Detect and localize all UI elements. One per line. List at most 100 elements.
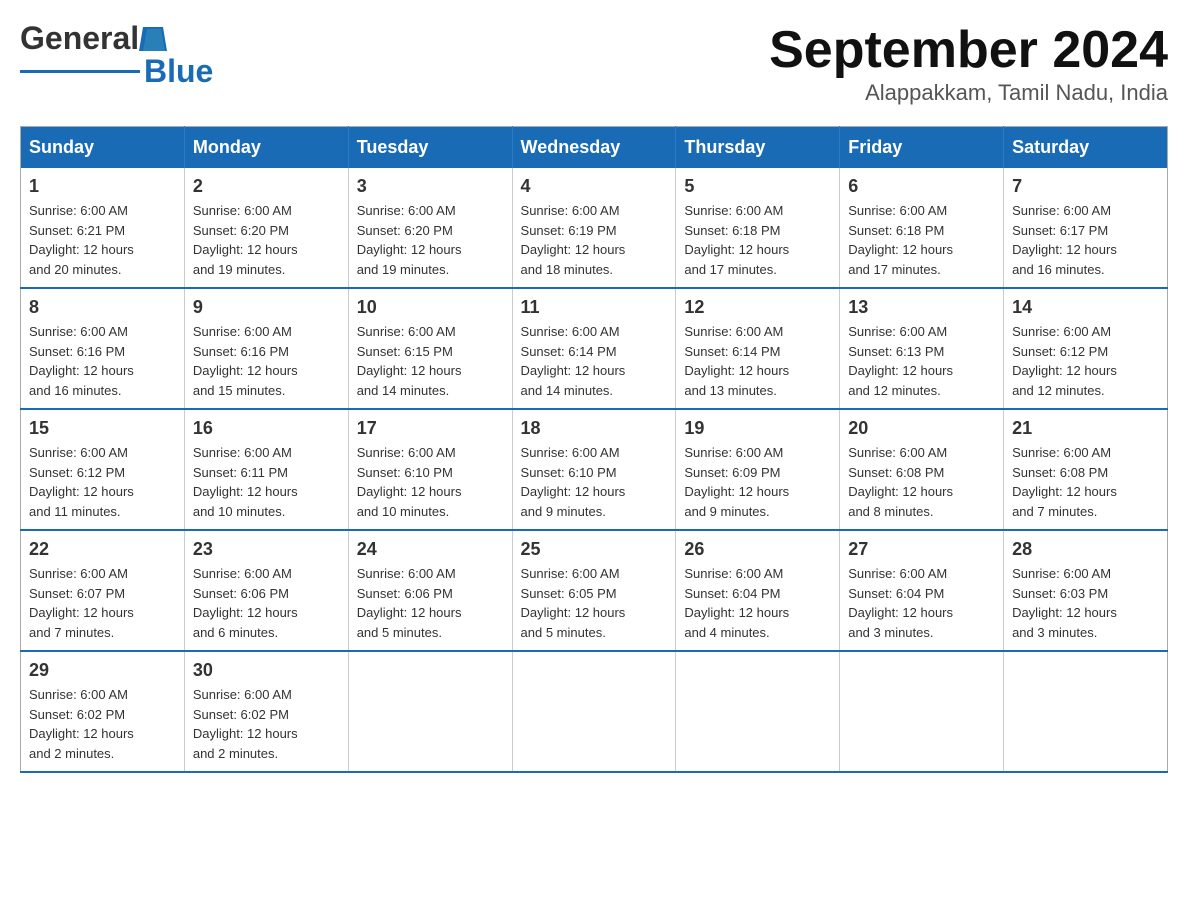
calendar-cell: 18 Sunrise: 6:00 AM Sunset: 6:10 PM Dayl… [512, 409, 676, 530]
day-info: Sunrise: 6:00 AM Sunset: 6:12 PM Dayligh… [1012, 322, 1159, 400]
day-number: 5 [684, 176, 831, 197]
day-number: 28 [1012, 539, 1159, 560]
calendar-cell: 27 Sunrise: 6:00 AM Sunset: 6:04 PM Dayl… [840, 530, 1004, 651]
calendar-row: 29 Sunrise: 6:00 AM Sunset: 6:02 PM Dayl… [21, 651, 1168, 772]
day-info: Sunrise: 6:00 AM Sunset: 6:03 PM Dayligh… [1012, 564, 1159, 642]
day-info: Sunrise: 6:00 AM Sunset: 6:06 PM Dayligh… [193, 564, 340, 642]
logo-underline [20, 70, 140, 73]
calendar-cell: 1 Sunrise: 6:00 AM Sunset: 6:21 PM Dayli… [21, 168, 185, 288]
day-number: 2 [193, 176, 340, 197]
logo-general: General [20, 20, 139, 57]
day-number: 27 [848, 539, 995, 560]
day-info: Sunrise: 6:00 AM Sunset: 6:15 PM Dayligh… [357, 322, 504, 400]
calendar-cell: 23 Sunrise: 6:00 AM Sunset: 6:06 PM Dayl… [184, 530, 348, 651]
day-info: Sunrise: 6:00 AM Sunset: 6:02 PM Dayligh… [29, 685, 176, 763]
day-info: Sunrise: 6:00 AM Sunset: 6:09 PM Dayligh… [684, 443, 831, 521]
calendar-cell: 2 Sunrise: 6:00 AM Sunset: 6:20 PM Dayli… [184, 168, 348, 288]
day-number: 1 [29, 176, 176, 197]
calendar-cell: 3 Sunrise: 6:00 AM Sunset: 6:20 PM Dayli… [348, 168, 512, 288]
day-number: 19 [684, 418, 831, 439]
day-number: 8 [29, 297, 176, 318]
day-number: 9 [193, 297, 340, 318]
month-title: September 2024 [769, 20, 1168, 80]
day-info: Sunrise: 6:00 AM Sunset: 6:04 PM Dayligh… [848, 564, 995, 642]
day-number: 10 [357, 297, 504, 318]
day-info: Sunrise: 6:00 AM Sunset: 6:06 PM Dayligh… [357, 564, 504, 642]
calendar-cell: 22 Sunrise: 6:00 AM Sunset: 6:07 PM Dayl… [21, 530, 185, 651]
calendar-cell [348, 651, 512, 772]
day-number: 22 [29, 539, 176, 560]
day-info: Sunrise: 6:00 AM Sunset: 6:16 PM Dayligh… [193, 322, 340, 400]
logo-blue: Blue [144, 53, 213, 90]
calendar-cell: 4 Sunrise: 6:00 AM Sunset: 6:19 PM Dayli… [512, 168, 676, 288]
day-number: 6 [848, 176, 995, 197]
calendar-header-row: Sunday Monday Tuesday Wednesday Thursday… [21, 127, 1168, 169]
day-info: Sunrise: 6:00 AM Sunset: 6:16 PM Dayligh… [29, 322, 176, 400]
day-number: 17 [357, 418, 504, 439]
day-info: Sunrise: 6:00 AM Sunset: 6:20 PM Dayligh… [357, 201, 504, 279]
day-info: Sunrise: 6:00 AM Sunset: 6:19 PM Dayligh… [521, 201, 668, 279]
day-info: Sunrise: 6:00 AM Sunset: 6:12 PM Dayligh… [29, 443, 176, 521]
day-number: 7 [1012, 176, 1159, 197]
day-info: Sunrise: 6:00 AM Sunset: 6:18 PM Dayligh… [848, 201, 995, 279]
day-number: 20 [848, 418, 995, 439]
day-number: 12 [684, 297, 831, 318]
header-wednesday: Wednesday [512, 127, 676, 169]
day-info: Sunrise: 6:00 AM Sunset: 6:11 PM Dayligh… [193, 443, 340, 521]
day-info: Sunrise: 6:00 AM Sunset: 6:05 PM Dayligh… [521, 564, 668, 642]
day-number: 26 [684, 539, 831, 560]
header-saturday: Saturday [1004, 127, 1168, 169]
day-number: 3 [357, 176, 504, 197]
calendar-row: 15 Sunrise: 6:00 AM Sunset: 6:12 PM Dayl… [21, 409, 1168, 530]
day-number: 21 [1012, 418, 1159, 439]
header-friday: Friday [840, 127, 1004, 169]
day-number: 13 [848, 297, 995, 318]
day-number: 16 [193, 418, 340, 439]
calendar-cell: 16 Sunrise: 6:00 AM Sunset: 6:11 PM Dayl… [184, 409, 348, 530]
calendar-cell: 15 Sunrise: 6:00 AM Sunset: 6:12 PM Dayl… [21, 409, 185, 530]
calendar-cell: 10 Sunrise: 6:00 AM Sunset: 6:15 PM Dayl… [348, 288, 512, 409]
day-info: Sunrise: 6:00 AM Sunset: 6:07 PM Dayligh… [29, 564, 176, 642]
calendar-row: 8 Sunrise: 6:00 AM Sunset: 6:16 PM Dayli… [21, 288, 1168, 409]
page-header: General Blue September 2024 Alappakkam, … [20, 20, 1168, 106]
day-number: 29 [29, 660, 176, 681]
day-number: 15 [29, 418, 176, 439]
calendar-table: Sunday Monday Tuesday Wednesday Thursday… [20, 126, 1168, 773]
day-number: 18 [521, 418, 668, 439]
calendar-row: 1 Sunrise: 6:00 AM Sunset: 6:21 PM Dayli… [21, 168, 1168, 288]
calendar-cell: 6 Sunrise: 6:00 AM Sunset: 6:18 PM Dayli… [840, 168, 1004, 288]
calendar-cell: 11 Sunrise: 6:00 AM Sunset: 6:14 PM Dayl… [512, 288, 676, 409]
day-number: 11 [521, 297, 668, 318]
day-number: 23 [193, 539, 340, 560]
calendar-cell: 8 Sunrise: 6:00 AM Sunset: 6:16 PM Dayli… [21, 288, 185, 409]
calendar-cell: 30 Sunrise: 6:00 AM Sunset: 6:02 PM Dayl… [184, 651, 348, 772]
header-tuesday: Tuesday [348, 127, 512, 169]
logo-triangle-icon [139, 23, 167, 55]
day-info: Sunrise: 6:00 AM Sunset: 6:14 PM Dayligh… [521, 322, 668, 400]
calendar-cell: 21 Sunrise: 6:00 AM Sunset: 6:08 PM Dayl… [1004, 409, 1168, 530]
day-info: Sunrise: 6:00 AM Sunset: 6:18 PM Dayligh… [684, 201, 831, 279]
header-monday: Monday [184, 127, 348, 169]
calendar-cell: 24 Sunrise: 6:00 AM Sunset: 6:06 PM Dayl… [348, 530, 512, 651]
calendar-cell: 12 Sunrise: 6:00 AM Sunset: 6:14 PM Dayl… [676, 288, 840, 409]
day-info: Sunrise: 6:00 AM Sunset: 6:13 PM Dayligh… [848, 322, 995, 400]
calendar-cell: 20 Sunrise: 6:00 AM Sunset: 6:08 PM Dayl… [840, 409, 1004, 530]
calendar-cell: 14 Sunrise: 6:00 AM Sunset: 6:12 PM Dayl… [1004, 288, 1168, 409]
day-info: Sunrise: 6:00 AM Sunset: 6:14 PM Dayligh… [684, 322, 831, 400]
calendar-cell [840, 651, 1004, 772]
day-number: 14 [1012, 297, 1159, 318]
calendar-cell: 19 Sunrise: 6:00 AM Sunset: 6:09 PM Dayl… [676, 409, 840, 530]
day-info: Sunrise: 6:00 AM Sunset: 6:02 PM Dayligh… [193, 685, 340, 763]
day-number: 30 [193, 660, 340, 681]
logo: General Blue [20, 20, 213, 90]
calendar-cell: 9 Sunrise: 6:00 AM Sunset: 6:16 PM Dayli… [184, 288, 348, 409]
calendar-cell [676, 651, 840, 772]
location: Alappakkam, Tamil Nadu, India [769, 80, 1168, 106]
calendar-cell [1004, 651, 1168, 772]
title-section: September 2024 Alappakkam, Tamil Nadu, I… [769, 20, 1168, 106]
calendar-cell: 29 Sunrise: 6:00 AM Sunset: 6:02 PM Dayl… [21, 651, 185, 772]
calendar-cell [512, 651, 676, 772]
header-sunday: Sunday [21, 127, 185, 169]
calendar-row: 22 Sunrise: 6:00 AM Sunset: 6:07 PM Dayl… [21, 530, 1168, 651]
day-info: Sunrise: 6:00 AM Sunset: 6:10 PM Dayligh… [357, 443, 504, 521]
